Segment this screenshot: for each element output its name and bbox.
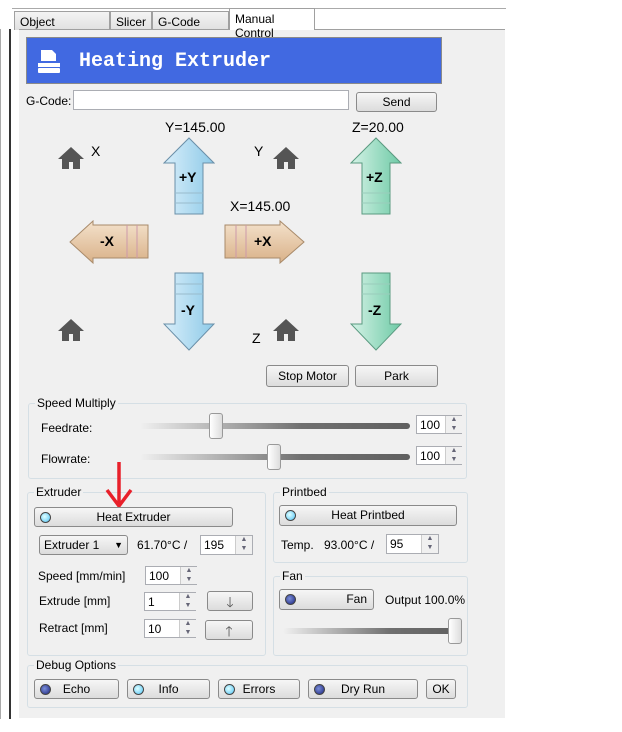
left-pane-border [0, 29, 11, 719]
plus-y-button[interactable]: +Y [163, 137, 215, 215]
flowrate-slider-thumb[interactable] [267, 444, 281, 470]
echo-label: Echo [62, 682, 91, 696]
extruder-temp: 61.70°C / [137, 538, 188, 552]
led-indicator-icon [133, 684, 144, 695]
minus-x-button[interactable]: -X [69, 220, 149, 264]
plus-y-label: +Y [179, 169, 197, 185]
minus-z-button[interactable]: -Z [350, 272, 402, 352]
feedrate-label: Feedrate: [41, 421, 93, 435]
tab-slicer[interactable]: Slicer [110, 11, 152, 30]
z-position: Z=20.00 [352, 119, 404, 135]
y-position: Y=145.00 [165, 119, 226, 135]
feedrate-slider-track[interactable] [140, 423, 410, 429]
send-button[interactable]: Send [356, 92, 437, 112]
gcode-label: G-Code: [26, 94, 72, 108]
minus-y-button[interactable]: -Y [163, 272, 215, 352]
printbed-temp: 93.00°C / [324, 538, 375, 552]
tab-gcode-editor[interactable]: G-Code Editor [152, 11, 229, 43]
home-z-icon[interactable] [272, 318, 300, 342]
printbed-title: Printbed [280, 485, 329, 499]
status-title: Heating Extruder [79, 50, 272, 73]
retract-label: Retract [mm] [39, 621, 108, 635]
fan-slider-track[interactable] [283, 628, 460, 634]
printbed-temp-label: Temp. [281, 538, 314, 552]
home-z-label: Z [252, 330, 261, 346]
heat-printbed-button[interactable]: Heat Printbed [279, 505, 457, 526]
retract-up-button[interactable]: 🡑 [205, 620, 253, 640]
led-indicator-icon [285, 594, 296, 605]
dry-run-button[interactable]: Dry Run [308, 679, 418, 699]
led-indicator-icon [40, 684, 51, 695]
home-all-icon[interactable] [57, 318, 85, 342]
arrow-up-icon: 🡑 [225, 623, 233, 639]
retract-spinner[interactable]: ▲ ▼ [179, 620, 196, 637]
info-label: Info [158, 682, 179, 696]
x-position: X=145.00 [230, 198, 291, 214]
red-arrow-annotation [105, 462, 133, 509]
errors-button[interactable]: Errors [218, 679, 300, 699]
info-button[interactable]: Info [127, 679, 210, 699]
plus-x-label: +X [254, 233, 272, 249]
extruder-target-spinner[interactable]: ▲ ▼ [235, 536, 252, 554]
led-indicator-icon [314, 684, 325, 695]
fan-slider-thumb[interactable] [448, 618, 462, 644]
feedrate-spinner[interactable]: ▲ ▼ [445, 416, 462, 433]
extrude-label: Extrude [mm] [39, 594, 111, 608]
arrow-down-icon: 🡓 [226, 594, 234, 610]
speed-multiply-title: Speed Multiply [35, 396, 118, 410]
tab-object-placement[interactable]: Object Placement [14, 11, 110, 43]
flowrate-label: Flowrate: [41, 452, 91, 466]
plus-z-button[interactable]: +Z [350, 137, 402, 215]
fan-group: Fan [273, 569, 468, 656]
home-x-label: X [91, 143, 101, 159]
speed-label: Speed [mm/min] [38, 569, 126, 583]
stop-motor-button[interactable]: Stop Motor [266, 365, 349, 387]
plus-x-button[interactable]: +X [224, 220, 305, 264]
speed-multiply-group: Speed Multiply [28, 396, 467, 479]
minus-y-label: -Y [181, 302, 195, 318]
chevron-down-icon: ▼ [114, 540, 123, 550]
park-button[interactable]: Park [355, 365, 438, 387]
heat-extruder-button[interactable]: Heat Extruder [34, 507, 233, 527]
flowrate-spinner[interactable]: ▲ ▼ [445, 447, 462, 464]
printbed-target-spinner[interactable]: ▲ ▼ [421, 535, 438, 553]
led-indicator-icon [40, 512, 51, 523]
errors-label: Errors [242, 682, 276, 696]
fan-output: Output 100.0% [385, 593, 466, 607]
speed-spinner[interactable]: ▲ ▼ [180, 567, 197, 584]
dry-run-label: Dry Run [340, 682, 385, 696]
extruder-select[interactable]: Extruder 1 ▼ [39, 535, 128, 555]
fan-button[interactable]: Fan [279, 589, 374, 610]
plus-z-label: +Z [366, 169, 383, 185]
status-header: Heating Extruder [26, 37, 442, 84]
extruder-title: Extruder [34, 485, 84, 499]
heat-extruder-label: Heat Extruder [96, 510, 171, 524]
feedrate-slider-thumb[interactable] [209, 413, 223, 439]
fan-label: Fan [346, 592, 367, 606]
echo-button[interactable]: Echo [34, 679, 119, 699]
home-x-icon[interactable] [57, 146, 85, 170]
gcode-input[interactable] [73, 90, 349, 110]
ok-button[interactable]: OK [426, 679, 456, 699]
tab-manual-control[interactable]: Manual Control [229, 8, 315, 40]
heat-printbed-label: Heat Printbed [331, 508, 405, 522]
home-y-label: Y [254, 143, 264, 159]
minus-z-label: -Z [368, 302, 382, 318]
fan-title: Fan [280, 569, 305, 583]
extrude-down-button[interactable]: 🡓 [207, 591, 253, 611]
printer-icon [38, 50, 60, 73]
minus-x-label: -X [100, 233, 114, 249]
extruder-select-value: Extruder 1 [44, 538, 100, 552]
debug-options-title: Debug Options [34, 658, 119, 672]
led-indicator-icon [224, 684, 235, 695]
home-y-icon[interactable] [272, 146, 300, 170]
led-indicator-icon [285, 510, 296, 521]
extrude-spinner[interactable]: ▲ ▼ [179, 593, 196, 610]
